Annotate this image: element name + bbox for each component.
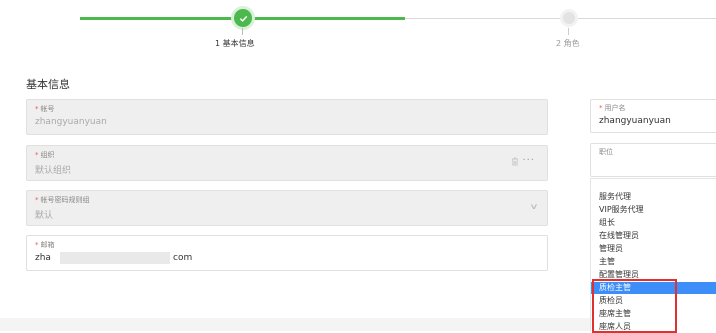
username-label: 用户名 bbox=[604, 104, 626, 112]
org-value: 默认组织 bbox=[35, 166, 72, 176]
position-option[interactable]: 主管 bbox=[591, 256, 716, 268]
position-option[interactable]: 在线管理员 bbox=[591, 230, 716, 242]
account-value: zhangyuanyuan bbox=[35, 117, 107, 127]
org-label: 组织 bbox=[40, 151, 55, 159]
required-mark: * bbox=[35, 241, 39, 249]
position-select[interactable]: 职位 bbox=[590, 143, 716, 177]
stepper-progress-pending bbox=[405, 18, 716, 19]
more-icon[interactable]: ··· bbox=[522, 155, 535, 166]
position-label: 职位 bbox=[599, 148, 613, 156]
password-rule-label: 帐号密码规则组 bbox=[40, 196, 90, 204]
required-mark: * bbox=[599, 104, 603, 112]
position-option[interactable]: VIP服务代理 bbox=[591, 204, 716, 216]
account-label: 帐号 bbox=[40, 105, 55, 113]
position-option[interactable]: 组长 bbox=[591, 217, 716, 229]
username-value: zhangyuanyuan bbox=[599, 116, 671, 126]
trash-icon[interactable] bbox=[511, 157, 519, 169]
email-label: 邮箱 bbox=[40, 241, 55, 249]
step-1-done-indicator bbox=[234, 9, 252, 27]
password-rule-value: 默认 bbox=[35, 211, 54, 221]
step-1-tick bbox=[242, 28, 243, 35]
step-2-tick bbox=[568, 28, 569, 35]
password-rule-select[interactable]: * 帐号密码规则组 默认 ∨ bbox=[26, 190, 548, 226]
footer-bar bbox=[0, 318, 590, 331]
required-mark: * bbox=[35, 105, 39, 113]
section-title: 基本信息 bbox=[26, 78, 70, 91]
step-2-pending-indicator bbox=[563, 12, 575, 24]
step-2-label[interactable]: 2 角色 bbox=[556, 38, 580, 49]
email-value-suffix: com bbox=[173, 253, 193, 263]
username-field[interactable]: * 用户名 zhangyuanyuan bbox=[590, 99, 716, 133]
required-mark: * bbox=[35, 151, 39, 159]
required-mark: * bbox=[35, 196, 39, 204]
position-option[interactable]: 服务代理 bbox=[591, 191, 716, 203]
org-field[interactable]: * 组织 默认组织 ··· bbox=[26, 145, 548, 181]
position-option[interactable]: 管理员 bbox=[591, 243, 716, 255]
step-1-label[interactable]: 1 基本信息 bbox=[215, 38, 255, 49]
check-icon bbox=[239, 15, 247, 22]
email-field[interactable]: * 邮箱 zha com bbox=[26, 235, 548, 271]
annotation-highlight-box bbox=[592, 279, 677, 333]
chevron-down-icon[interactable]: ∨ bbox=[529, 202, 538, 211]
email-redaction bbox=[60, 252, 170, 264]
email-value-prefix: zha bbox=[35, 253, 51, 263]
account-field[interactable]: * 帐号 zhangyuanyuan bbox=[26, 99, 548, 135]
